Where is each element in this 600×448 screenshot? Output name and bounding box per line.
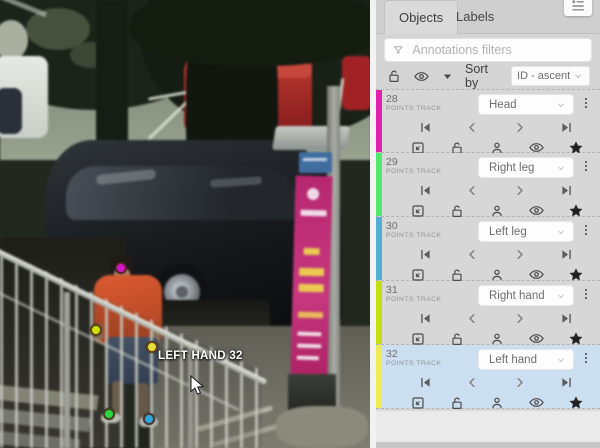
track-color-bar	[376, 217, 382, 280]
object-type: POINTS TRACK	[386, 232, 442, 239]
sort-select[interactable]: ID - ascent	[511, 66, 590, 86]
sort-select-value: ID - ascent	[517, 70, 572, 82]
prev-keyframe-button[interactable]	[465, 311, 480, 326]
photo-scene	[0, 0, 371, 448]
object-row[interactable]: 32 POINTS TRACK Left hand	[376, 345, 600, 409]
first-keyframe-button[interactable]	[418, 247, 433, 262]
label-select[interactable]: Head	[478, 94, 574, 115]
object-type: POINTS TRACK	[386, 105, 442, 112]
object-id: 31	[386, 285, 442, 296]
mouse-cursor-icon	[190, 375, 207, 402]
hidden-button[interactable]	[528, 394, 545, 411]
label-select[interactable]: Left leg	[478, 221, 574, 242]
object-id: 28	[386, 94, 442, 105]
lock-button[interactable]	[449, 395, 465, 411]
object-row[interactable]: 29 POINTS TRACK Right leg	[376, 153, 600, 217]
last-keyframe-button[interactable]	[559, 311, 574, 326]
object-row[interactable]: 28 POINTS TRACK Head	[376, 89, 600, 153]
last-keyframe-button[interactable]	[559, 183, 574, 198]
kiosk-blue-sign	[299, 152, 332, 173]
expand-caret-icon[interactable]	[441, 70, 454, 83]
label-select[interactable]: Right hand	[478, 285, 574, 306]
next-keyframe-button[interactable]	[512, 183, 527, 198]
chevron-down-icon	[555, 162, 567, 174]
more-actions-button[interactable]	[578, 285, 594, 303]
object-type: POINTS TRACK	[386, 360, 442, 367]
filter-funnel-icon	[392, 43, 404, 57]
object-type: POINTS TRACK	[386, 168, 442, 175]
first-keyframe-button[interactable]	[418, 120, 433, 135]
label-select-value: Head	[489, 99, 555, 111]
annotations-filter-input[interactable]	[410, 42, 584, 58]
label-select-value: Left hand	[489, 354, 555, 366]
switch-outside-button[interactable]	[410, 395, 426, 411]
keypoint-left-leg[interactable]	[143, 413, 155, 425]
keyframe-star-button[interactable]	[568, 395, 584, 411]
first-keyframe-button[interactable]	[418, 311, 433, 326]
keypoint-left-hand[interactable]	[146, 341, 158, 353]
keypoint-tooltip: LEFT HAND 32	[158, 350, 243, 362]
chevron-down-icon	[572, 70, 584, 82]
red-car-far	[342, 56, 371, 110]
label-select[interactable]: Right leg	[478, 157, 574, 178]
tree-trunk	[96, 0, 128, 162]
annotation-canvas[interactable]: LEFT HAND 32	[0, 0, 371, 448]
global-controls-row: Sort by ID - ascent	[376, 63, 600, 89]
track-color-bar	[376, 281, 382, 344]
object-id: 29	[386, 157, 442, 168]
last-keyframe-button[interactable]	[559, 375, 574, 390]
chevron-down-icon	[555, 354, 567, 366]
track-color-bar	[376, 345, 382, 408]
next-keyframe-button[interactable]	[512, 311, 527, 326]
lock-all-icon[interactable]	[386, 68, 402, 84]
hide-all-icon[interactable]	[413, 68, 430, 85]
tab-labels[interactable]: Labels	[442, 0, 508, 33]
more-actions-button[interactable]	[578, 221, 594, 239]
next-keyframe-button[interactable]	[512, 120, 527, 135]
next-keyframe-button[interactable]	[512, 375, 527, 390]
objects-sidebar: Objects Labels Sort by ID - ascent	[376, 0, 600, 448]
last-keyframe-button[interactable]	[559, 120, 574, 135]
keypoint-head[interactable]	[115, 262, 127, 274]
next-keyframe-button[interactable]	[512, 247, 527, 262]
pink-banner	[290, 176, 332, 375]
objects-list: 28 POINTS TRACK Head	[376, 89, 600, 442]
label-select[interactable]: Left hand	[478, 349, 574, 370]
object-type: POINTS TRACK	[386, 296, 442, 303]
more-actions-button[interactable]	[578, 94, 594, 112]
annotation-app: LEFT HAND 32 Objects Labels	[0, 0, 600, 448]
keypoint-right-hand[interactable]	[90, 324, 102, 336]
appearance-menu-button[interactable]	[564, 0, 592, 16]
chevron-down-icon	[555, 226, 567, 238]
label-select-value: Right leg	[489, 162, 555, 174]
occluded-button[interactable]	[489, 395, 505, 411]
prev-keyframe-button[interactable]	[465, 120, 480, 135]
label-select-value: Right hand	[489, 290, 555, 302]
object-row[interactable]: 31 POINTS TRACK Right hand	[376, 281, 600, 345]
first-keyframe-button[interactable]	[418, 375, 433, 390]
more-actions-button[interactable]	[578, 349, 594, 367]
object-row[interactable]: 30 POINTS TRACK Left leg	[376, 217, 600, 281]
label-select-value: Left leg	[489, 226, 555, 238]
prev-keyframe-button[interactable]	[465, 375, 480, 390]
keypoint-right-leg[interactable]	[103, 408, 115, 420]
more-actions-button[interactable]	[578, 157, 594, 175]
sidebar-tabbar: Objects Labels	[376, 0, 600, 34]
first-keyframe-button[interactable]	[418, 183, 433, 198]
sort-by-label: Sort by	[465, 62, 504, 90]
track-color-bar	[376, 153, 382, 216]
prev-keyframe-button[interactable]	[465, 183, 480, 198]
chevron-down-icon	[555, 290, 567, 302]
prev-keyframe-button[interactable]	[465, 247, 480, 262]
last-keyframe-button[interactable]	[559, 247, 574, 262]
object-id: 30	[386, 221, 442, 232]
chevron-down-icon	[555, 99, 567, 111]
object-id: 32	[386, 349, 442, 360]
annotations-filter-box[interactable]	[384, 38, 592, 62]
track-color-bar	[376, 90, 382, 152]
